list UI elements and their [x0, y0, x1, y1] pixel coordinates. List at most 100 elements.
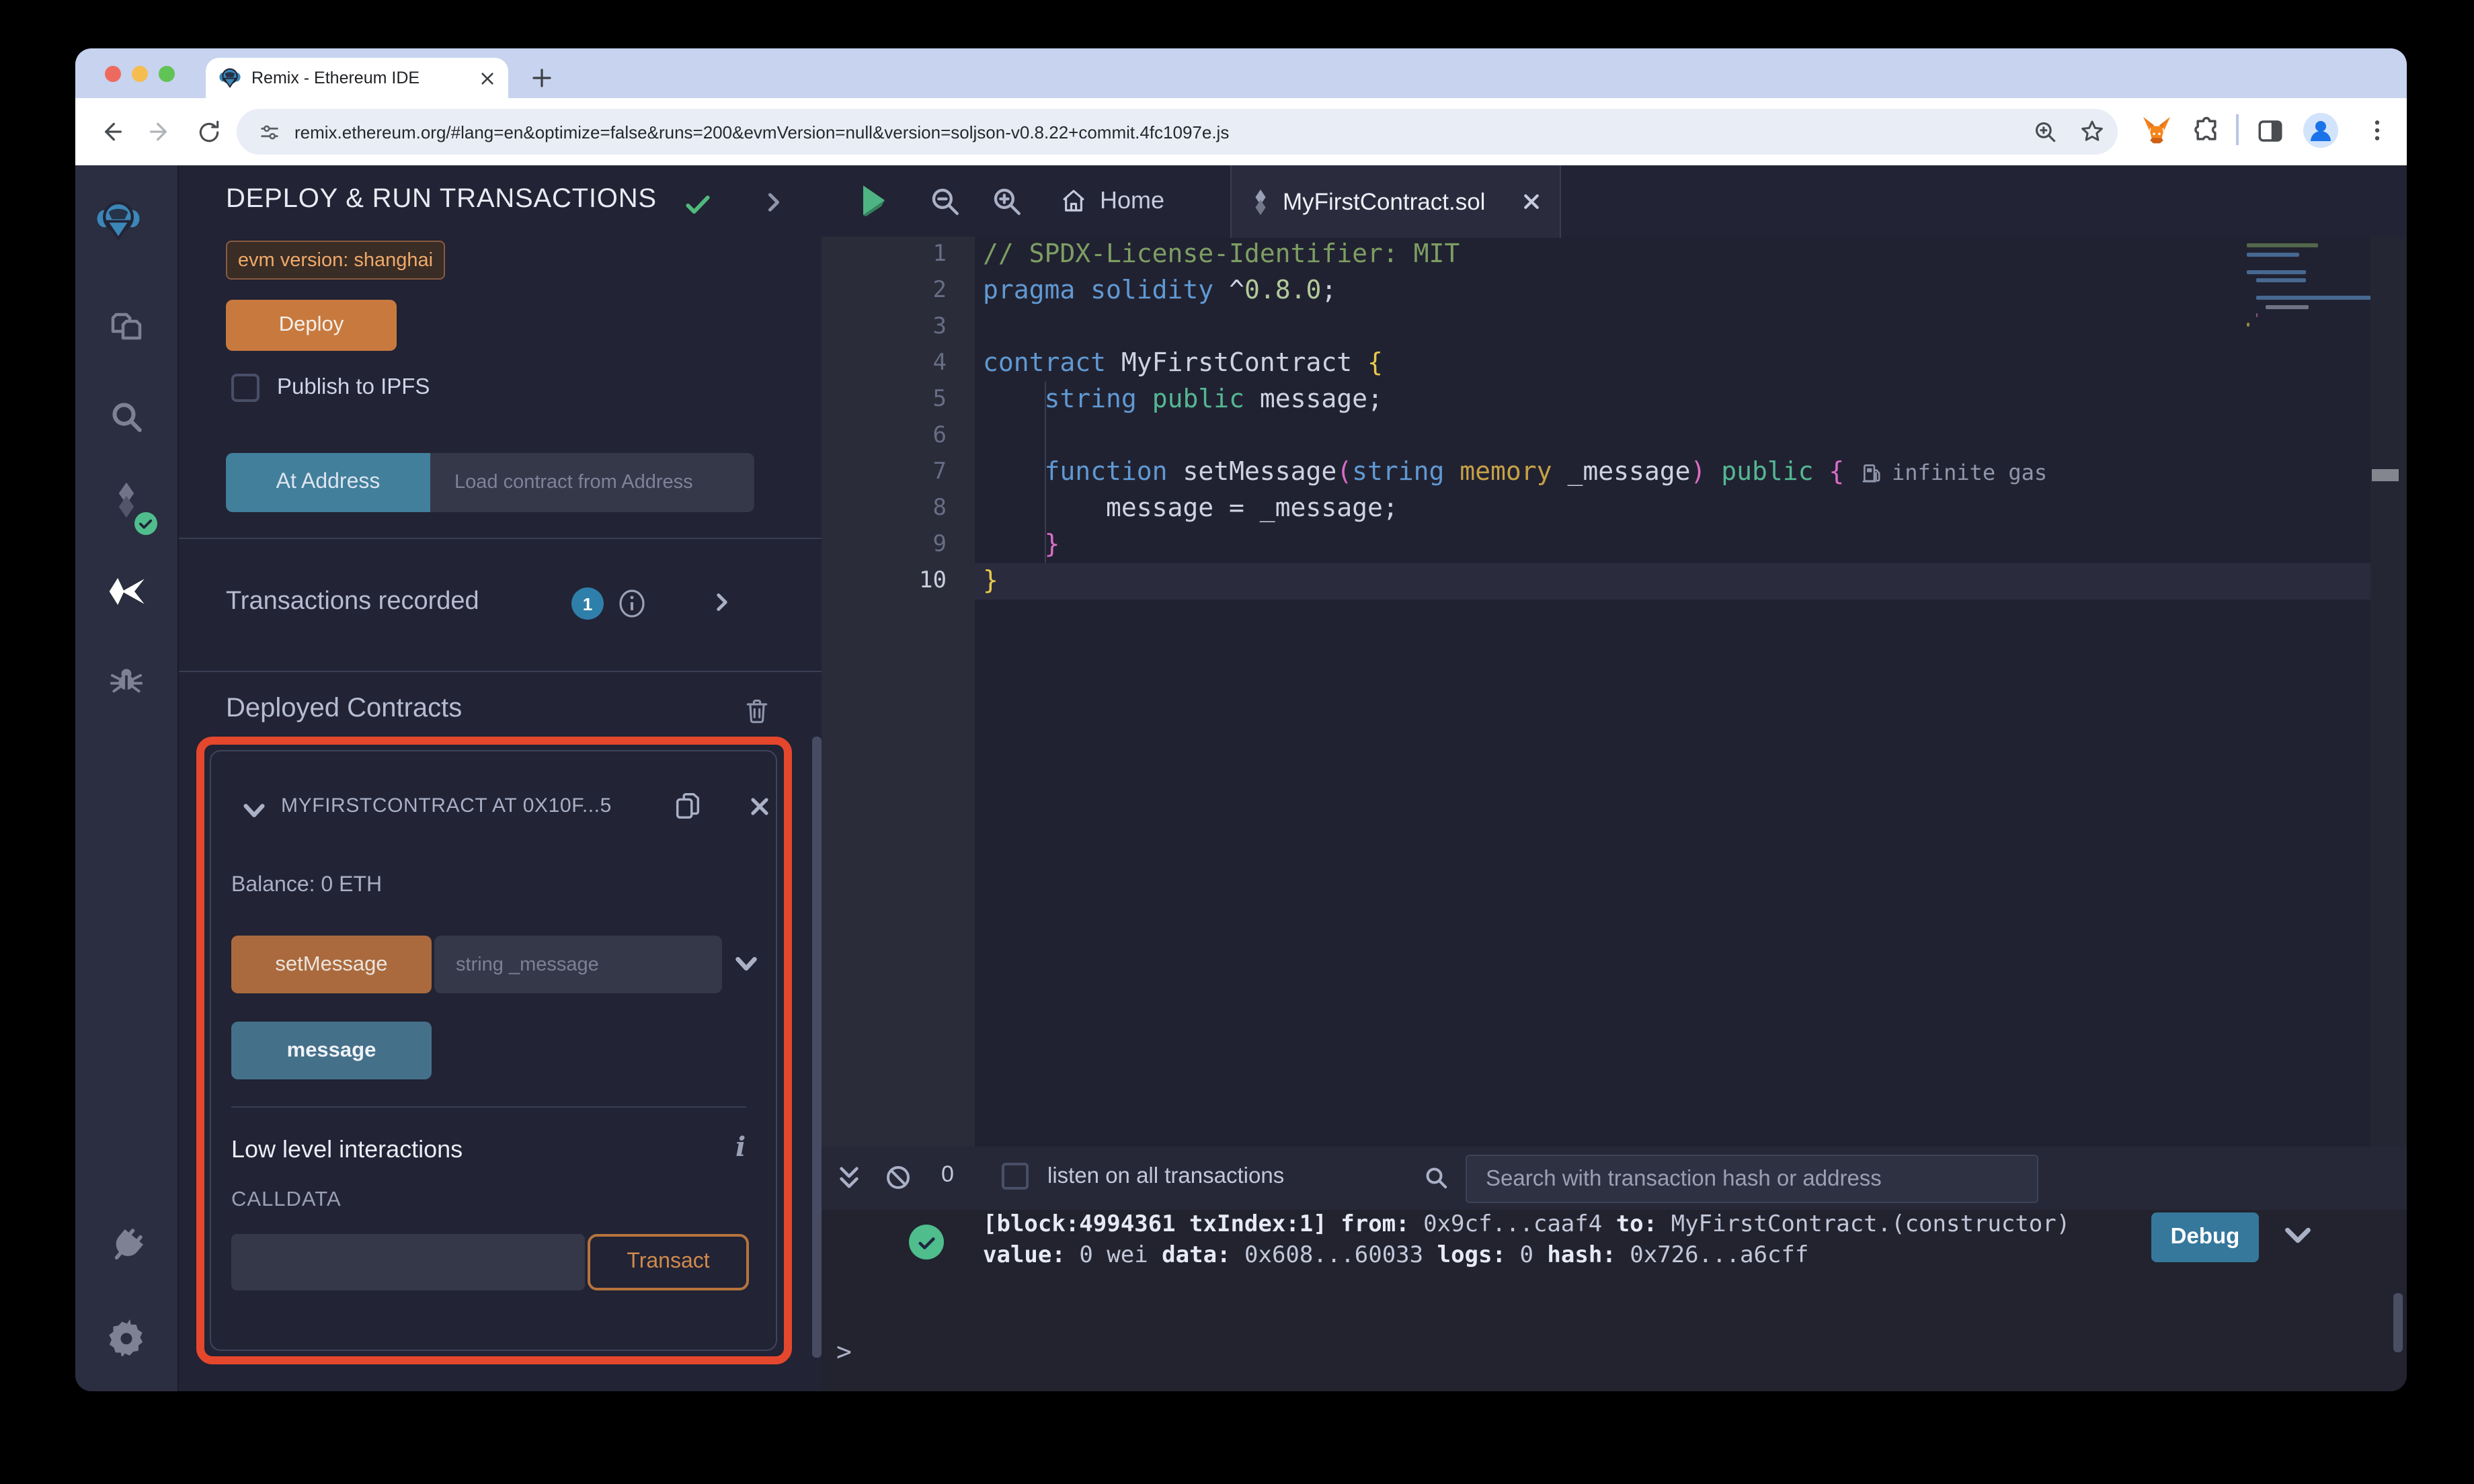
code-line[interactable]: 6 [822, 418, 2370, 454]
panel-scrollbar[interactable] [812, 737, 822, 1358]
run-script-icon[interactable] [858, 183, 890, 218]
tx-success-icon [909, 1225, 944, 1260]
bookmark-star-icon[interactable] [2079, 118, 2106, 145]
transactions-info-icon[interactable] [616, 587, 648, 620]
reload-icon[interactable] [191, 114, 226, 149]
collapse-log-icon[interactable] [2283, 1221, 2313, 1250]
code-line[interactable]: 1 // SPDX-License-Identifier: MIT [822, 237, 2370, 273]
browser-menu-icon[interactable] [2364, 117, 2391, 144]
transactions-expand-icon[interactable] [713, 593, 731, 612]
remix-logo-icon[interactable] [97, 199, 140, 242]
code-line[interactable]: 2 pragma solidity ^0.8.0; [822, 273, 2370, 309]
browser-tab[interactable]: Remix - Ethereum IDE [206, 58, 508, 98]
zoom-page-icon[interactable] [2033, 119, 2059, 145]
deploy-and-run-icon[interactable] [105, 570, 148, 613]
zoom-out-icon[interactable] [928, 184, 961, 218]
editor-minimap[interactable] [2244, 241, 2375, 402]
side-panel-icon[interactable] [2256, 117, 2284, 145]
debug-button[interactable]: Debug [2151, 1212, 2259, 1262]
expand-terminal-icon[interactable] [836, 1164, 862, 1191]
debugger-icon[interactable] [105, 659, 148, 702]
message-button[interactable]: message [231, 1022, 432, 1079]
line-number: 3 [932, 313, 947, 340]
editor-scrollbar-track[interactable] [2370, 237, 2407, 1147]
site-settings-icon[interactable] [258, 120, 281, 143]
new-tab-button[interactable] [530, 66, 554, 90]
tx-log[interactable]: [block:4994361 txIndex:1] from: 0x9cf...… [983, 1210, 2166, 1272]
code-line[interactable]: 9 } [822, 527, 2370, 563]
profile-avatar[interactable] [2303, 113, 2338, 148]
minimap-line [2247, 270, 2307, 274]
url-bar[interactable]: remix.ethereum.org/#lang=en&optimize=fal… [237, 109, 2118, 155]
low-level-title: Low level interactions [231, 1136, 463, 1163]
terminal-search-input[interactable] [1466, 1155, 2038, 1203]
code-line[interactable]: 5 string public message; [822, 382, 2370, 418]
file-tab-label: MyFirstContract.sol [1283, 188, 1486, 214]
contract-title[interactable]: MYFIRSTCONTRACT AT 0X10F...5 [281, 794, 639, 817]
trash-icon[interactable] [742, 696, 772, 726]
minimap-line [2265, 304, 2309, 308]
gas-annotation-text: infinite gas [1892, 460, 2048, 485]
calldata-input[interactable] [231, 1234, 585, 1290]
panel-chevron-right-icon[interactable] [764, 192, 784, 212]
set-message-expand-icon[interactable] [734, 952, 758, 976]
code-line[interactable]: 7 function setMessage(string memory _mes… [822, 454, 2370, 491]
terminal-prompt[interactable]: > [836, 1337, 852, 1367]
code-text: } [983, 566, 998, 595]
tab-home[interactable]: Home [1060, 177, 1164, 223]
forward-icon[interactable] [143, 114, 177, 149]
at-address-button[interactable]: At Address [226, 453, 430, 512]
traffic-light-minimize[interactable] [132, 66, 148, 82]
deploy-button[interactable]: Deploy [226, 300, 397, 351]
listen-transactions-checkbox[interactable] [1002, 1163, 1029, 1190]
tab-title: Remix - Ethereum IDE [251, 69, 420, 87]
file-tab-close-icon[interactable] [1522, 192, 1541, 211]
deployed-contracts-label: Deployed Contracts [226, 694, 463, 723]
code-line[interactable]: 4 contract MyFirstContract { [822, 345, 2370, 382]
copy-address-icon[interactable] [672, 790, 703, 821]
file-explorer-icon[interactable] [105, 306, 148, 349]
browser-window: Remix - Ethereum IDE remix.ethereum.org/… [75, 48, 2407, 1391]
compile-success-badge [134, 512, 157, 535]
traffic-light-close[interactable] [105, 66, 121, 82]
line-number: 6 [932, 422, 947, 449]
transactions-recorded-label: Transactions recorded [226, 587, 479, 616]
code-text: } [1044, 530, 1060, 559]
solidity-file-icon [1250, 189, 1271, 214]
at-address-input[interactable] [430, 453, 754, 512]
indent-guide [1045, 382, 1046, 563]
publish-ipfs-checkbox[interactable] [231, 374, 260, 402]
code-line[interactable]: 3 [822, 309, 2370, 345]
set-message-input[interactable] [434, 936, 722, 993]
gas-pump-icon [1862, 462, 1882, 483]
search-icon[interactable] [105, 395, 148, 438]
zoom-in-icon[interactable] [990, 184, 1023, 218]
plugin-manager-icon[interactable] [105, 1225, 148, 1268]
traffic-light-zoom[interactable] [159, 66, 175, 82]
panel-check-icon [683, 190, 713, 219]
home-tab-label: Home [1100, 186, 1165, 213]
tab-myfirstcontract[interactable]: MyFirstContract.sol [1230, 165, 1561, 238]
url-text[interactable]: remix.ethereum.org/#lang=en&optimize=fal… [294, 122, 1962, 142]
terminal-scrollbar[interactable] [2393, 1293, 2403, 1352]
low-level-info-icon[interactable] [735, 1130, 746, 1163]
transact-button[interactable]: Transact [588, 1234, 749, 1290]
toolbar-separator [2236, 114, 2239, 145]
clear-console-icon[interactable] [885, 1164, 912, 1191]
code-line[interactable]: 8 message = _message; [822, 491, 2370, 527]
panel-divider [179, 671, 822, 672]
terminal-search-icon [1423, 1164, 1449, 1191]
metamask-extension-icon[interactable] [2141, 114, 2173, 147]
card-divider [231, 1106, 746, 1108]
home-icon [1060, 186, 1088, 214]
code-line[interactable]: 10} [822, 563, 2370, 600]
line-number: 9 [932, 531, 947, 558]
tab-close-icon[interactable] [480, 71, 495, 85]
settings-gear-icon[interactable] [105, 1315, 148, 1358]
set-message-button[interactable]: setMessage [231, 936, 432, 993]
extensions-puzzle-icon[interactable] [2192, 116, 2221, 145]
contract-collapse-icon[interactable] [242, 798, 266, 823]
back-icon[interactable] [94, 114, 129, 149]
remix-favicon-icon [219, 67, 241, 89]
contract-close-icon[interactable] [749, 796, 770, 817]
